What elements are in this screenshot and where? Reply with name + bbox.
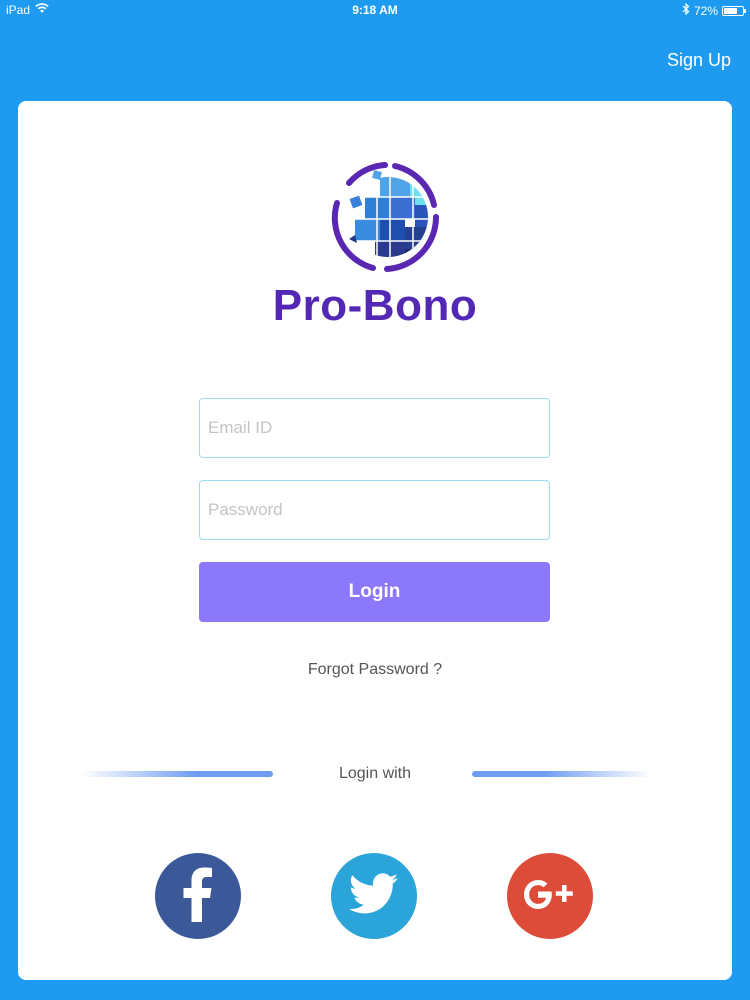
brand-name: Pro-Bono — [272, 281, 478, 330]
bluetooth-icon — [682, 2, 690, 18]
password-input[interactable] — [200, 481, 549, 539]
status-bar: iPad 9:18 AM 72% — [0, 0, 750, 20]
password-field[interactable] — [199, 480, 550, 540]
status-time: 9:18 AM — [352, 3, 398, 17]
divider-right — [472, 771, 650, 777]
status-right: 72% — [682, 2, 746, 18]
login-button[interactable]: Login — [199, 562, 550, 622]
facebook-icon — [178, 866, 218, 927]
twitter-login-button[interactable] — [331, 853, 417, 939]
forgot-password-link[interactable]: Forgot Password ? — [18, 661, 732, 679]
battery-icon — [722, 5, 746, 16]
battery-percent: 72% — [693, 3, 718, 18]
sign-up-link[interactable]: Sign Up — [667, 50, 731, 71]
battery-fill — [724, 7, 737, 14]
email-field[interactable] — [199, 398, 550, 458]
twitter-icon — [348, 872, 399, 920]
google-plus-login-button[interactable] — [507, 853, 593, 939]
google-plus-icon — [521, 877, 579, 916]
facebook-login-button[interactable] — [155, 853, 241, 939]
email-input[interactable] — [200, 399, 549, 457]
login-card: Pro-Bono Login Forgot Password ? Login w… — [18, 101, 732, 980]
globe-puzzle-logo-icon — [325, 157, 445, 277]
